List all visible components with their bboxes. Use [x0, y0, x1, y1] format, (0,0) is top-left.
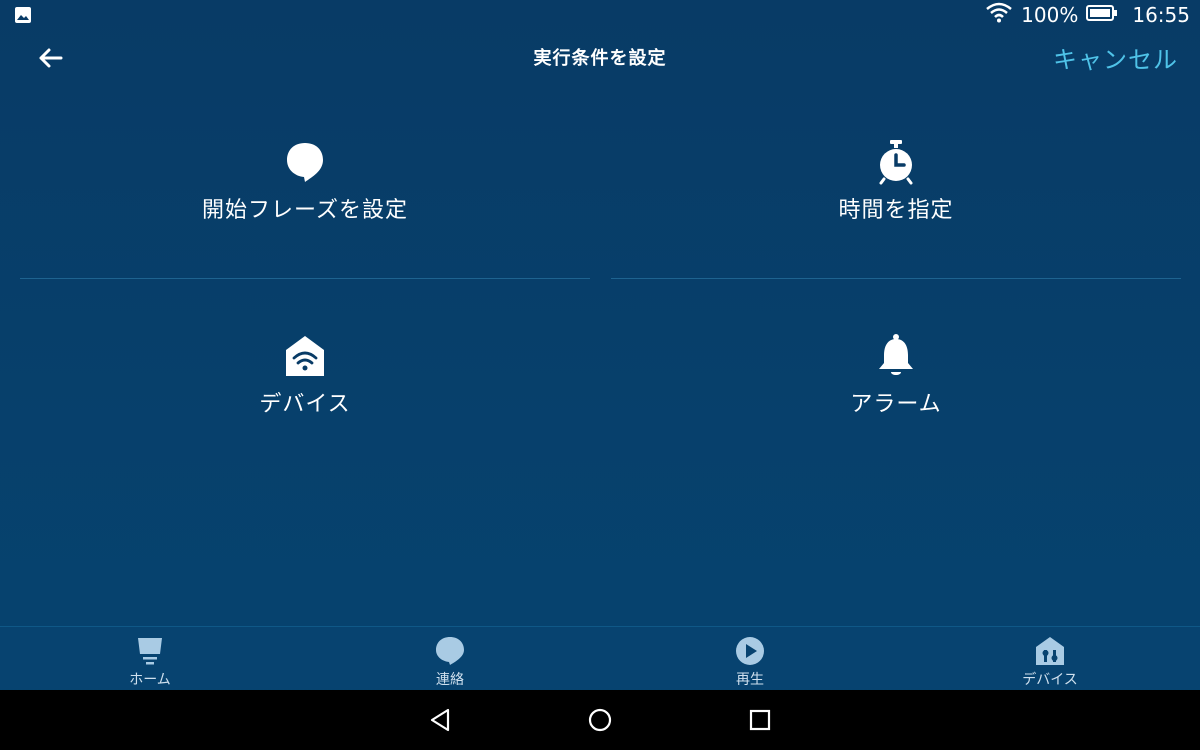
- header: 実行条件を設定 キャンセル: [0, 32, 1200, 84]
- nav-item-home[interactable]: ホーム: [50, 627, 250, 689]
- option-label: 開始フレーズを設定: [202, 198, 408, 223]
- bell-icon: [874, 334, 918, 378]
- battery-percent: 100%: [1021, 3, 1079, 27]
- play-icon: [734, 635, 766, 667]
- bottom-nav: ホーム 連絡 再生 デバイス: [0, 626, 1200, 689]
- nav-item-communicate[interactable]: 連絡: [350, 627, 550, 689]
- nav-label: ホーム: [129, 672, 171, 688]
- devices-icon: [1034, 635, 1066, 667]
- option-device[interactable]: デバイス: [20, 334, 590, 484]
- option-label: アラーム: [850, 392, 942, 417]
- page-title: 実行条件を設定: [533, 48, 667, 69]
- image-icon: [14, 6, 32, 24]
- nav-item-devices[interactable]: デバイス: [950, 627, 1150, 689]
- nav-label: 再生: [736, 672, 764, 688]
- chat-icon: [434, 635, 466, 667]
- smart-home-icon: [283, 334, 327, 378]
- alarm-clock-icon: [874, 140, 918, 185]
- cancel-button[interactable]: キャンセル: [1053, 40, 1178, 75]
- system-nav-bar: [0, 690, 1200, 750]
- wifi-icon: [985, 1, 1013, 29]
- screen: 100% 16:55 実行条件を設定 キャンセル 開始フレーズを設定 時間を指定…: [0, 0, 1200, 750]
- system-back-button[interactable]: [424, 704, 456, 736]
- system-recents-button[interactable]: [744, 704, 776, 736]
- nav-label: 連絡: [436, 672, 464, 688]
- home-icon: [134, 635, 166, 667]
- option-start-phrase[interactable]: 開始フレーズを設定: [20, 140, 590, 290]
- divider: [20, 278, 590, 279]
- nav-item-play[interactable]: 再生: [650, 627, 850, 689]
- status-bar: 100% 16:55: [0, 0, 1200, 30]
- battery-icon: [1086, 2, 1118, 28]
- divider: [611, 278, 1181, 279]
- triangle-back-icon: [430, 708, 450, 732]
- square-recents-icon: [749, 709, 771, 731]
- option-label: 時間を指定: [838, 198, 954, 223]
- option-alarm[interactable]: アラーム: [611, 334, 1181, 484]
- speech-bubble-icon: [283, 140, 327, 184]
- nav-label: デバイス: [1022, 672, 1078, 688]
- status-indicators: 100% 16:55: [985, 2, 1190, 28]
- clock-time: 16:55: [1132, 3, 1190, 27]
- system-home-button[interactable]: [584, 704, 616, 736]
- option-time[interactable]: 時間を指定: [611, 140, 1181, 290]
- option-label: デバイス: [259, 392, 351, 417]
- circle-home-icon: [588, 708, 612, 732]
